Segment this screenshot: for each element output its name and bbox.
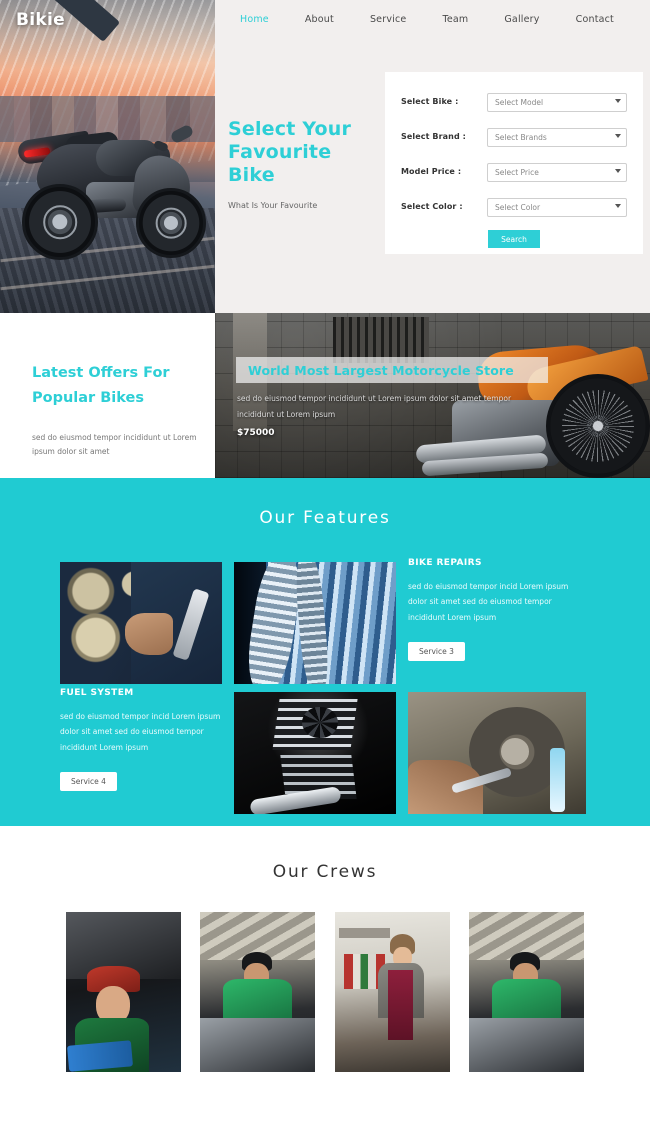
- nav-item-team[interactable]: Team: [424, 14, 486, 25]
- offers-copy: Latest Offers For Popular Bikes sed do e…: [32, 361, 207, 459]
- features-heading: Our Features: [259, 508, 391, 528]
- hero-title-line1: Select Your: [228, 118, 352, 140]
- banner-description: sed do eiusmod tempor incididunt ut Lore…: [237, 394, 512, 419]
- offers-section: Latest Offers For Popular Bikes sed do e…: [0, 313, 650, 478]
- feature-text-bike-repairs: BIKE REPAIRS sed do eiusmod tempor incid…: [408, 558, 588, 662]
- feature-description-fuel-system: sed do eiusmod tempor incid Lorem ipsum …: [60, 712, 221, 752]
- form-row-price: Model Price : Select Price: [401, 160, 627, 182]
- hero-section: Bikie Home About Service Team Gallery Co…: [0, 0, 650, 313]
- store-banner: World Most Largest Motorcycle Store sed …: [215, 313, 650, 478]
- form-row-color: Select Color : Select Color: [401, 195, 627, 217]
- offers-title-line2: Popular Bikes: [32, 390, 144, 407]
- crews-heading: Our Crews: [272, 862, 378, 882]
- select-brand-label: Select Brand :: [401, 131, 466, 141]
- features-grid: BIKE REPAIRS sed do eiusmod tempor incid…: [60, 554, 590, 814]
- offers-description: sed do eiusmod tempor incididunt ut Lore…: [32, 432, 197, 456]
- select-brand-dropdown[interactable]: Select Brands: [487, 128, 627, 147]
- bike-search-panel: Select Bike : Select Model Select Brand …: [385, 72, 643, 254]
- crew-member-4: [468, 912, 584, 1072]
- sportbike-illustration: [8, 122, 208, 272]
- hero-copy: Select Your Favourite Bike What Is Your …: [228, 118, 378, 210]
- service-3-button[interactable]: Service 3: [408, 642, 465, 662]
- form-row-bike: Select Bike : Select Model: [401, 90, 627, 112]
- feature-text-fuel-system: FUEL SYSTEM sed do eiusmod tempor incid …: [60, 688, 240, 792]
- nav-item-about[interactable]: About: [287, 14, 352, 25]
- nav-item-home[interactable]: Home: [222, 14, 287, 25]
- site-logo[interactable]: Bikie: [16, 10, 65, 30]
- feature-image-wheels: [60, 562, 222, 684]
- banner-price: $75000: [237, 428, 275, 438]
- nav-item-gallery[interactable]: Gallery: [486, 14, 557, 25]
- features-section: Our Features BIKE REPAIRS sed do eiusmod…: [0, 478, 650, 826]
- hero-motorcycle-photo: [0, 0, 215, 313]
- form-row-brand: Select Brand : Select Brands: [401, 125, 627, 147]
- banner-title: World Most Largest Motorcycle Store: [248, 362, 514, 378]
- hero-title: Select Your Favourite Bike: [228, 118, 378, 188]
- offers-title: Latest Offers For Popular Bikes: [32, 361, 207, 412]
- search-button[interactable]: Search: [488, 230, 540, 248]
- select-price-dropdown[interactable]: Select Price: [487, 163, 627, 182]
- select-color-label: Select Color :: [401, 201, 463, 211]
- feature-image-blue-engine: [234, 562, 396, 684]
- crew-photo-row: [66, 912, 584, 1072]
- select-bike-label: Select Bike :: [401, 96, 459, 106]
- crew-member-3: [334, 912, 450, 1072]
- feature-image-brake-repair: [408, 692, 586, 814]
- hero-title-line2: Favourite Bike: [228, 141, 332, 187]
- feature-image-dark-engine: [234, 692, 396, 814]
- select-color-dropdown[interactable]: Select Color: [487, 198, 627, 217]
- banner-title-box: World Most Largest Motorcycle Store: [236, 357, 548, 383]
- service-4-button[interactable]: Service 4: [60, 772, 117, 792]
- crew-member-2: [200, 912, 316, 1072]
- nav-item-service[interactable]: Service: [352, 14, 425, 25]
- hero-subtitle: What Is Your Favourite: [228, 200, 318, 210]
- model-price-label: Model Price :: [401, 166, 462, 176]
- feature-title-bike-repairs: BIKE REPAIRS: [408, 558, 482, 568]
- feature-description-bike-repairs: sed do eiusmod tempor incid Lorem ipsum …: [408, 582, 569, 622]
- main-navigation: Home About Service Team Gallery Contact: [215, 0, 650, 38]
- crews-section: Our Crews: [0, 826, 650, 1124]
- nav-item-contact[interactable]: Contact: [558, 14, 632, 25]
- crew-member-1: [66, 912, 181, 1072]
- offers-title-line1: Latest Offers For: [32, 365, 170, 381]
- feature-title-fuel-system: FUEL SYSTEM: [60, 688, 134, 698]
- select-bike-dropdown[interactable]: Select Model: [487, 93, 627, 112]
